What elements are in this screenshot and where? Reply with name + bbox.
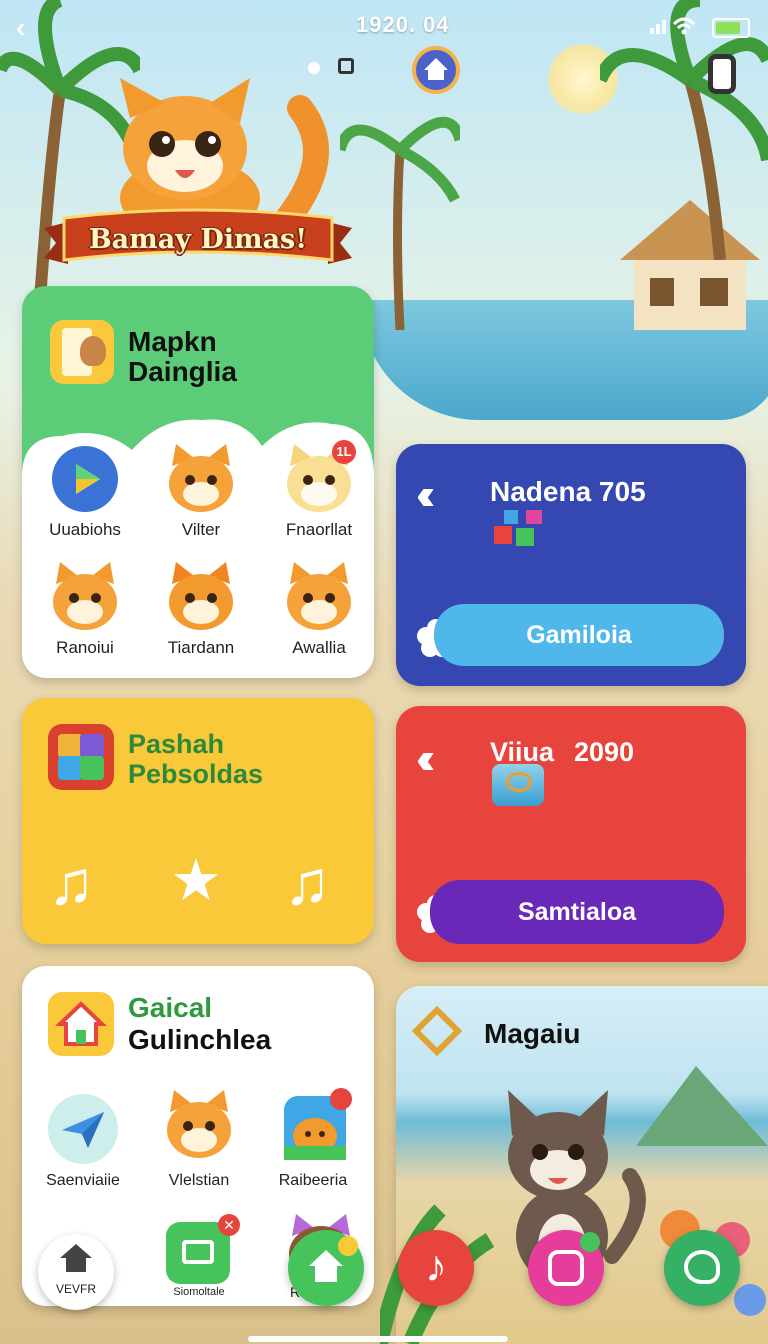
house-icon [424,58,448,80]
app-label: Awallia [292,638,346,657]
card-title-line1: Pashah [128,729,225,759]
mountain-background [636,1066,768,1146]
house-icon [60,1244,92,1272]
cat-face-icon[interactable] [282,562,356,632]
app-label: Siomoltale [173,1286,225,1298]
notification-dot [338,1236,358,1256]
paper-plane-icon[interactable] [48,1094,118,1164]
music-note-icon[interactable]: ♫ [284,848,331,919]
notification-badge [330,1088,352,1110]
card-title: Nadena 705 [490,476,646,507]
beach-thumbnail-icon [492,764,544,806]
dock-home-label: VEVFR [55,1282,96,1296]
dock-green-home-button[interactable] [288,1230,364,1306]
back-icon[interactable]: ‹ [16,12,25,44]
card-pashah-pebsoldas[interactable]: Pashah Pebsoldas ♫ ★ ♫ [22,698,374,944]
cat-face-icon[interactable] [164,444,238,514]
card-number: 2090 [574,737,635,767]
app-label: Vilter [181,520,221,539]
card-nadena[interactable]: ‹‹ Nadena 705 Gamiloia [396,444,746,686]
music-note-icon: ♪ [425,1242,447,1291]
notification-dot [580,1232,600,1252]
puzzle-app-icon [48,724,114,790]
folder-cat-icon [50,320,114,384]
page-indicator-dot [308,62,320,74]
play-store-icon[interactable] [52,446,118,512]
status-time: 1920. 04 [356,12,450,37]
dock-camera-button[interactable] [528,1230,604,1306]
dock-music-button[interactable]: ♪ [398,1230,474,1306]
home-screen: ‹ 1920. 04 Bamay Dimas! Mapkn Dainglia U… [0,0,768,1344]
app-label: Fnaorllat [285,520,353,539]
camera-icon [548,1250,584,1286]
chat-icon [684,1250,720,1284]
app-label: Vlelstian [168,1172,230,1189]
battery-icon [712,18,750,38]
app-label: Tiardann [167,638,235,657]
cat-face-icon[interactable] [162,1090,236,1160]
app-title: Bamay Dimas! [88,224,308,255]
app-label: Saenviaiie [46,1172,120,1189]
card-title-line2: Gulinchlea [128,1024,272,1055]
phone-icon[interactable] [708,54,736,94]
music-note-icon[interactable]: ♫ [48,848,95,919]
house-app-icon [48,992,114,1056]
app-label: Ranoiui [56,638,114,657]
page-indicator-square [338,58,354,74]
close-badge-icon[interactable]: ✕ [218,1214,240,1236]
dock-home-button[interactable]: VEVFR [38,1234,114,1310]
status-bar: ‹ 1920. 04 [0,8,768,43]
diamond-logo-icon [412,1006,462,1056]
signal-wifi-icon [650,17,696,35]
double-chevron-left-icon: ‹‹ [416,470,436,519]
double-chevron-left-icon: ‹‹ [416,734,436,783]
home-top-button[interactable] [412,46,460,94]
card-title-line1: Mapkn [128,326,217,357]
notification-badge: 1L [332,440,356,464]
card-viiua[interactable]: ‹‹ Viiua 2090 Samtialoa [396,706,746,962]
card-mapkn-dainglia[interactable]: Mapkn Dainglia Uuabiohs Vilter 1L Fnaorl… [22,286,374,678]
cat-face-icon[interactable] [48,562,122,632]
card-title: Magaiu [484,1018,581,1049]
card-title-line1: Gaical [128,992,213,1023]
cat-face-icon[interactable] [164,562,238,632]
app-label: Raibeeria [278,1172,348,1189]
star-icon[interactable]: ★ [170,846,222,914]
blocks-icon [494,510,542,546]
card-title-line2: Pebsoldas [128,759,264,789]
home-indicator[interactable] [248,1336,508,1342]
samtialoa-button[interactable]: Samtialoa [430,880,724,944]
gamiloia-button[interactable]: Gamiloia [434,604,724,666]
card-title-line2: Dainglia [128,356,237,387]
app-label: Uuabiohs [49,520,121,539]
dock-chat-button[interactable] [664,1230,740,1306]
